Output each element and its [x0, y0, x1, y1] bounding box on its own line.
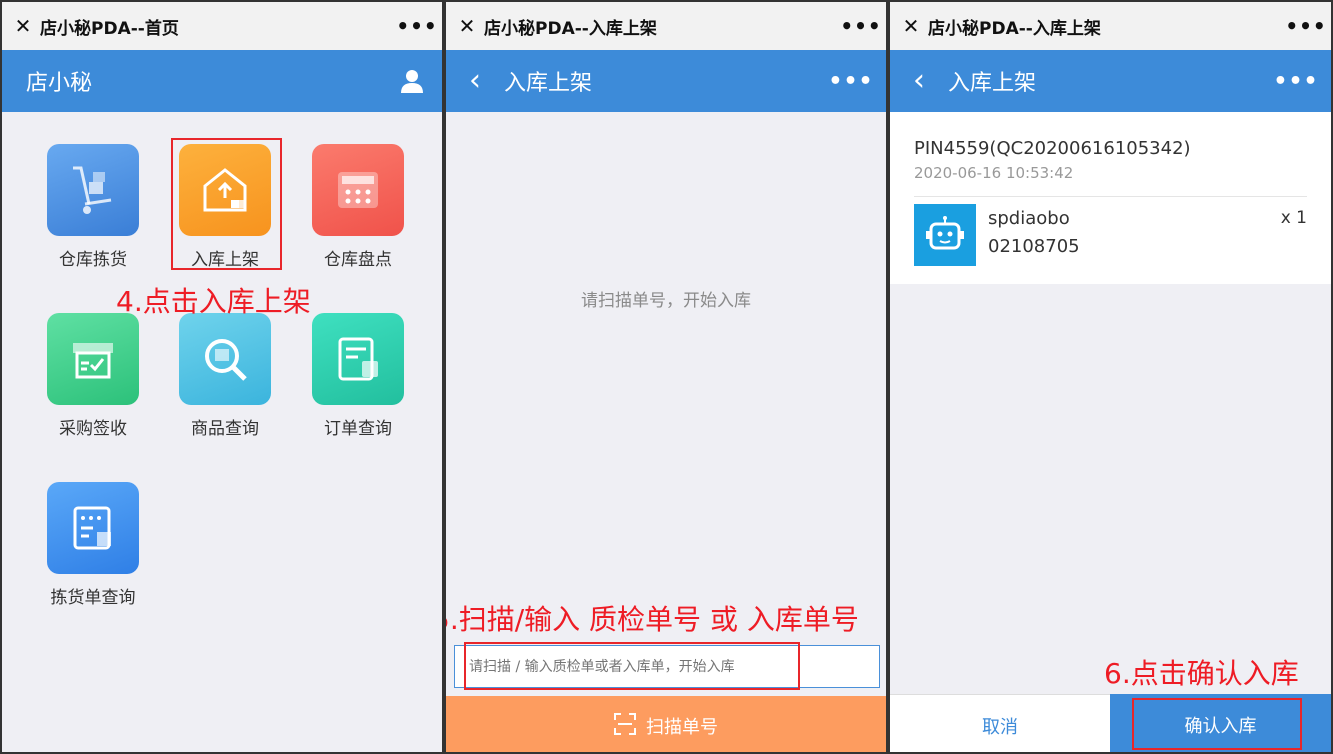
- home-screen: ✕ 店小秘PDA--首页 ••• 店小秘 仓库拣货 入库上架 仓库盘点 采购签收: [0, 0, 444, 754]
- grid-item-label: 仓库盘点: [324, 250, 392, 270]
- close-icon[interactable]: ✕: [6, 14, 40, 38]
- annotation-step4: 4.点击入库上架: [116, 285, 311, 318]
- app-title: 入库上架: [504, 71, 593, 96]
- product-name: spdiaobo: [988, 208, 1070, 229]
- window-title: 店小秘PDA--首页: [40, 18, 179, 39]
- scan-button[interactable]: 扫描单号: [446, 696, 886, 752]
- back-icon[interactable]: ‹: [446, 66, 504, 96]
- robot-icon: [914, 204, 976, 266]
- grid-item-label: 采购签收: [59, 419, 127, 439]
- mini-program-title-bar: ✕ 店小秘PDA--首页 •••: [2, 2, 442, 50]
- grid-item-label: 仓库拣货: [59, 250, 127, 270]
- inbound-order-card: PIN4559(QC20200616105342) 2020-06-16 10:…: [890, 112, 1331, 284]
- highlight-box: [171, 138, 282, 270]
- order-time: 2020-06-16 10:53:42: [914, 164, 1074, 182]
- app-title: 店小秘: [26, 71, 93, 96]
- document-bag-icon: [312, 313, 404, 405]
- app-header: ‹ 入库上架 •••: [446, 50, 886, 112]
- app-title: 入库上架: [948, 71, 1037, 96]
- mini-program-title-bar: ✕ 店小秘PDA--入库上架 •••: [890, 2, 1331, 50]
- divider: [914, 196, 1307, 197]
- more-icon[interactable]: •••: [836, 14, 886, 38]
- grid-item-label: 订单查询: [324, 419, 392, 439]
- putaway-scan-screen: ✕ 店小秘PDA--入库上架 ••• ‹ 入库上架 ••• 请扫描单号，开始入库…: [444, 0, 888, 754]
- mini-program-title-bar: ✕ 店小秘PDA--入库上架 •••: [446, 2, 886, 50]
- more-icon[interactable]: •••: [816, 69, 886, 94]
- window-title: 店小秘PDA--入库上架: [928, 18, 1101, 39]
- product-code: 02108705: [988, 236, 1080, 257]
- scan-button-label: 扫描单号: [646, 717, 718, 738]
- more-icon[interactable]: •••: [392, 14, 442, 38]
- grid-item-stocktake[interactable]: 仓库盘点: [303, 144, 413, 270]
- cart-icon: [47, 144, 139, 236]
- putaway-confirm-screen: ✕ 店小秘PDA--入库上架 ••• ‹ 入库上架 ••• PIN4559(QC…: [888, 0, 1333, 754]
- grid-item-label: 商品查询: [191, 419, 259, 439]
- user-icon[interactable]: [382, 69, 442, 93]
- grid-item-picking[interactable]: 仓库拣货: [38, 144, 148, 270]
- more-icon[interactable]: •••: [1261, 69, 1331, 94]
- annotation-step6: 6.点击确认入库: [1104, 657, 1299, 690]
- back-icon[interactable]: ‹: [890, 66, 948, 96]
- product-quantity: x 1: [1280, 208, 1307, 228]
- grid-item-picklist-query[interactable]: 拣货单查询: [38, 482, 148, 608]
- empty-hint: 请扫描单号，开始入库: [581, 291, 751, 311]
- grid-item-product-query[interactable]: 商品查询: [170, 313, 280, 439]
- grid-item-purchase-receipt[interactable]: 采购签收: [38, 313, 148, 439]
- window-title: 店小秘PDA--入库上架: [484, 18, 657, 39]
- highlight-box: [1132, 698, 1302, 750]
- list-board-icon: [47, 482, 139, 574]
- app-header: 店小秘: [2, 50, 442, 112]
- calculator-icon: [312, 144, 404, 236]
- grid-item-order-query[interactable]: 订单查询: [303, 313, 413, 439]
- annotation-step5: 5.扫描/输入 质检单号 或 入库单号: [444, 603, 859, 636]
- grid-item-label: 拣货单查询: [50, 588, 136, 608]
- highlight-box: [464, 642, 800, 690]
- cancel-button[interactable]: 取消: [890, 694, 1110, 752]
- box-check-icon: [47, 313, 139, 405]
- close-icon[interactable]: ✕: [894, 14, 928, 38]
- scan-icon: [614, 712, 636, 740]
- app-header: ‹ 入库上架 •••: [890, 50, 1331, 112]
- close-icon[interactable]: ✕: [450, 14, 484, 38]
- more-icon[interactable]: •••: [1281, 14, 1331, 38]
- order-number: PIN4559(QC20200616105342): [914, 138, 1191, 159]
- magnifier-icon: [179, 313, 271, 405]
